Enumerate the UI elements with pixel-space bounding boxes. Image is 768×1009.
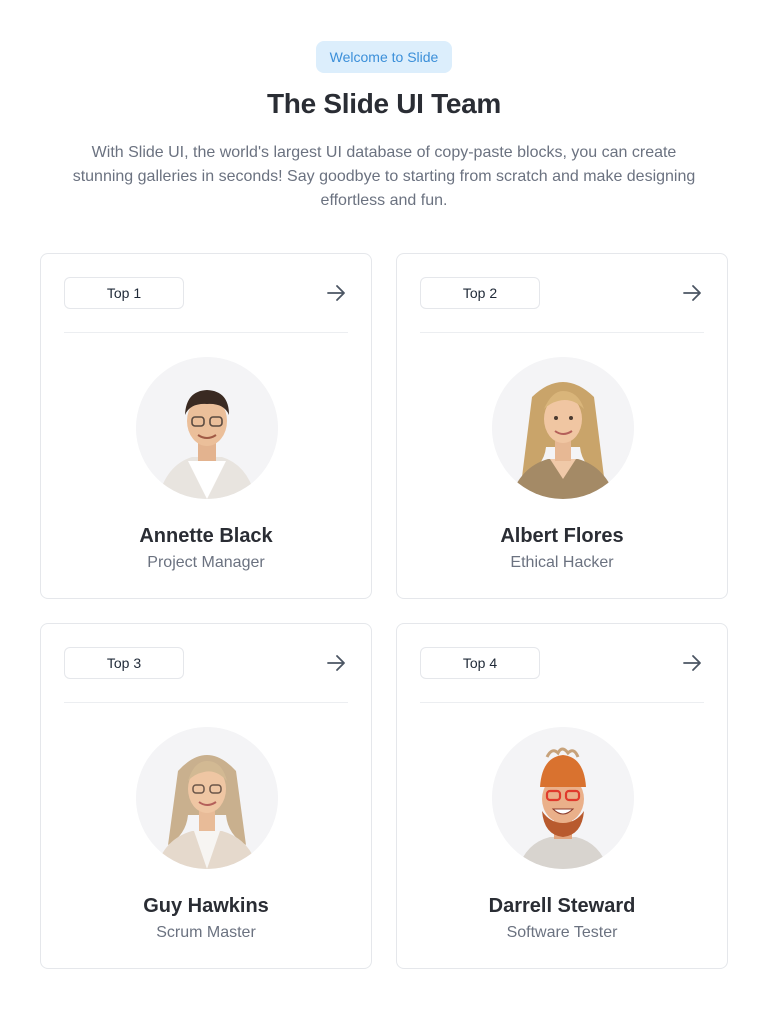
avatar <box>136 357 278 499</box>
avatar <box>492 727 634 869</box>
welcome-badge: Welcome to Slide <box>316 41 452 73</box>
member-role: Scrum Master <box>156 924 256 941</box>
rank-badge: Top 3 <box>64 647 184 679</box>
member-role: Project Manager <box>147 554 265 571</box>
member-name: Annette Black <box>139 525 273 547</box>
arrow-right-icon[interactable] <box>325 652 347 674</box>
card-divider <box>64 332 348 333</box>
arrow-right-icon[interactable] <box>681 652 703 674</box>
avatar <box>136 727 278 869</box>
member-card[interactable]: Top 1 Annette Black Project Manager <box>40 253 372 599</box>
member-role: Software Tester <box>506 924 618 941</box>
member-card[interactable]: Top 4 Darrell Steward Software Tester <box>396 623 728 969</box>
arrow-right-icon[interactable] <box>681 282 703 304</box>
member-name: Darrell Steward <box>488 895 636 917</box>
rank-badge: Top 2 <box>420 277 540 309</box>
member-name: Guy Hawkins <box>143 895 269 917</box>
page-title: The Slide UI Team <box>267 88 501 119</box>
card-divider <box>420 702 704 703</box>
team-page: Welcome to Slide The Slide UI Team With … <box>0 0 768 1009</box>
rank-badge: Top 4 <box>420 647 540 679</box>
avatar <box>492 357 634 499</box>
arrow-right-icon[interactable] <box>325 282 347 304</box>
card-divider <box>64 702 348 703</box>
rank-badge: Top 1 <box>64 277 184 309</box>
member-card[interactable]: Top 3 Guy Hawkins Scrum Master <box>40 623 372 969</box>
page-description: With Slide UI, the world's largest UI da… <box>72 144 696 209</box>
member-name: Albert Flores <box>500 525 624 547</box>
member-role: Ethical Hacker <box>510 554 614 571</box>
card-divider <box>420 332 704 333</box>
member-card[interactable]: Top 2 Albert Flores Ethical Hacker <box>396 253 728 599</box>
